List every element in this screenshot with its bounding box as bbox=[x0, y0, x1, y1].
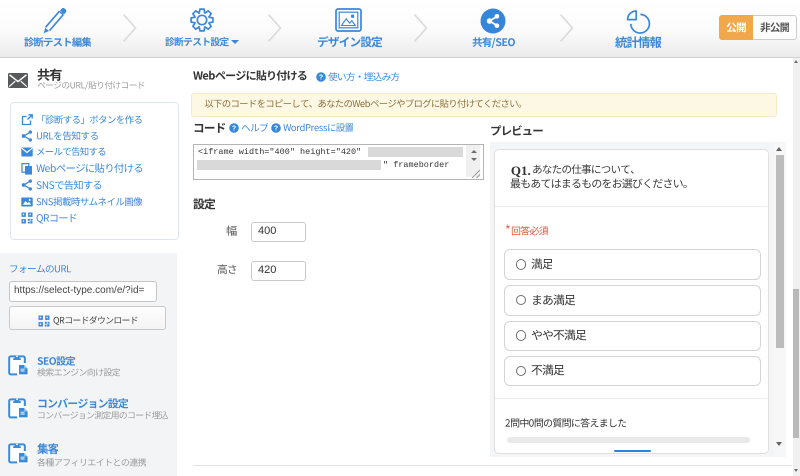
svg-text:?: ? bbox=[274, 126, 278, 133]
svg-text:?: ? bbox=[318, 74, 322, 81]
svg-text:?: ? bbox=[232, 126, 236, 133]
